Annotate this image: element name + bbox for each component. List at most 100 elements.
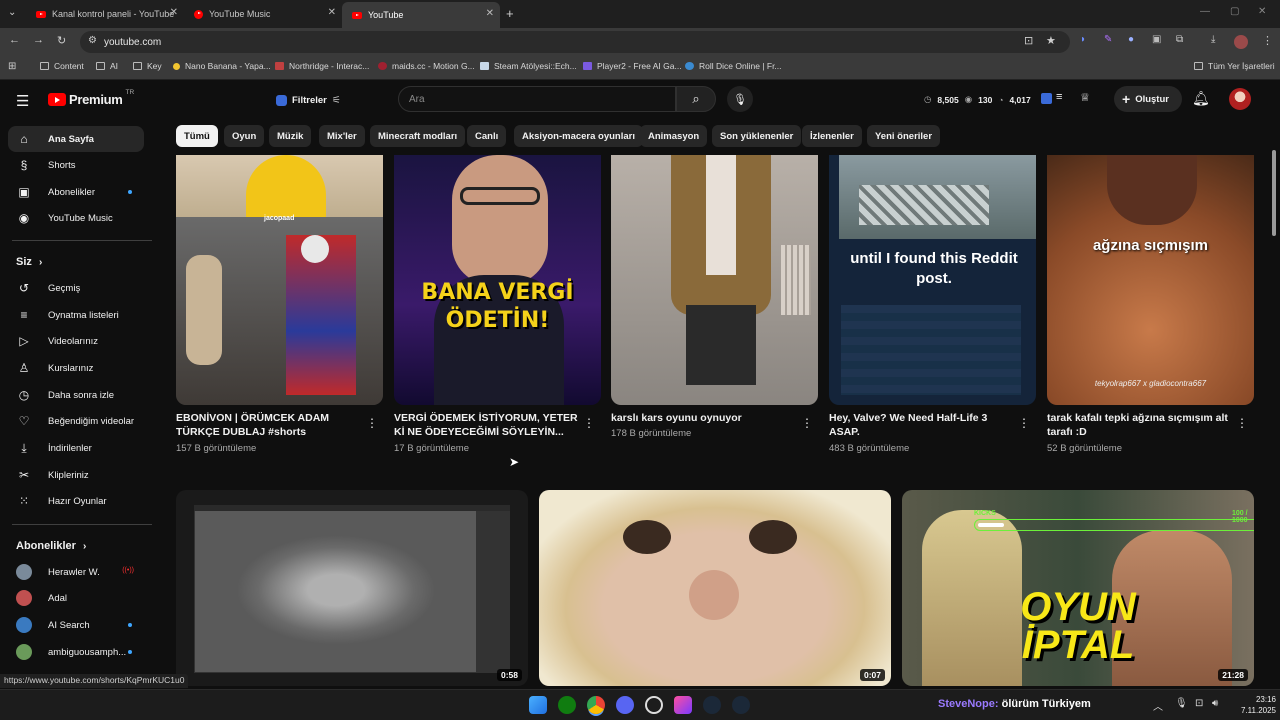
- sidebar-item-subscriptions[interactable]: ▣ Abonelikler: [8, 179, 144, 205]
- minimize-icon[interactable]: —: [1200, 6, 1210, 17]
- bookmark-link[interactable]: Player2 - Free AI Ga...: [583, 61, 682, 71]
- chip-all[interactable]: Tümü: [176, 125, 218, 147]
- steam-icon[interactable]: [732, 696, 750, 714]
- chip-live[interactable]: Canlı: [467, 125, 507, 147]
- sidebar-item-home[interactable]: ⌂ Ana Sayfa: [8, 126, 144, 152]
- short-thumbnail[interactable]: [611, 155, 818, 405]
- url-field[interactable]: ⚙ youtube.com ⊡ ★: [80, 31, 1070, 53]
- chip-recently-uploaded[interactable]: Son yüklenenler: [712, 125, 802, 147]
- bookmark-link[interactable]: maids.cc - Motion G...: [378, 61, 475, 71]
- extension-icon[interactable]: ▣: [1152, 34, 1161, 45]
- sidebar-item-subscription[interactable]: ambiguousamph...: [8, 639, 144, 665]
- microphone-icon[interactable]: 🎙︎: [1175, 698, 1188, 709]
- forward-icon[interactable]: →: [33, 34, 44, 46]
- obs-icon[interactable]: [645, 696, 663, 714]
- search-button[interactable]: ⌕: [676, 86, 716, 112]
- more-options-icon[interactable]: ⋮: [1018, 416, 1030, 430]
- start-icon[interactable]: [529, 696, 547, 714]
- sidebar-item-courses[interactable]: ♙ Kurslarınız: [8, 355, 144, 381]
- search-input[interactable]: Ara: [398, 86, 676, 112]
- sidebar-item-clips[interactable]: ✂ Klipleriniz: [8, 462, 144, 488]
- profile-avatar[interactable]: [1234, 35, 1248, 49]
- sidebar-item-youtube-music[interactable]: ◉ YouTube Music: [8, 205, 144, 231]
- install-app-icon[interactable]: ⊡: [1024, 34, 1033, 47]
- chip-action-adventure[interactable]: Aksiyon-macera oyunları: [514, 125, 643, 147]
- now-playing-widget[interactable]: SteveNope: ölürüm Türkiyem: [938, 698, 1091, 710]
- close-icon[interactable]: ✕: [486, 8, 494, 19]
- create-button[interactable]: + Oluştur: [1114, 86, 1182, 112]
- video-thumbnail[interactable]: KICKS 100 / 1000 OYUN İPTAL 21:28: [902, 490, 1254, 686]
- youtube-logo[interactable]: Premium TR: [48, 89, 134, 107]
- extension-icon[interactable]: ●: [1128, 34, 1134, 45]
- video-thumbnail[interactable]: 0:07: [539, 490, 891, 686]
- sidebar-item-subscription[interactable]: AI Search: [8, 612, 144, 638]
- sidebar-item-history[interactable]: ↺ Geçmiş: [8, 275, 144, 301]
- chip-watched[interactable]: İzlenenler: [802, 125, 862, 147]
- clock[interactable]: 23:16 7.11.2025: [1230, 694, 1276, 716]
- xbox-icon[interactable]: [558, 696, 576, 714]
- chip-animation[interactable]: Animasyon: [640, 125, 708, 147]
- bookmark-folder[interactable]: Key: [133, 61, 162, 71]
- window-close-icon[interactable]: ✕: [1258, 6, 1266, 17]
- chip-new-to-you[interactable]: Yeni öneriler: [867, 125, 941, 147]
- more-options-icon[interactable]: ⋮: [801, 416, 813, 430]
- sidebar-item-playables[interactable]: ⁙ Hazır Oyunlar: [8, 488, 144, 514]
- sidebar-item-shorts[interactable]: § Shorts: [8, 152, 144, 178]
- short-title[interactable]: tarak kafalı tepki ağzına sıçmışım alt t…: [1047, 411, 1237, 439]
- steam-icon[interactable]: [703, 696, 721, 714]
- sidebar-item-subscription[interactable]: Herawler W. ((•)): [8, 559, 144, 585]
- video-thumbnail[interactable]: 0:58: [176, 490, 528, 686]
- queue-icon[interactable]: ≡: [1056, 91, 1062, 103]
- extension-icon[interactable]: ◗: [1080, 34, 1086, 45]
- short-thumbnail[interactable]: jacopaad: [176, 155, 383, 405]
- photos-icon[interactable]: [674, 696, 692, 714]
- volume-icon[interactable]: 🔊︎: [1212, 698, 1218, 709]
- downloads-icon[interactable]: ⤓: [1211, 34, 1215, 45]
- tray-chevron-up-icon[interactable]: ︿: [1153, 698, 1163, 713]
- short-title[interactable]: karslı kars oyunu oynuyor: [611, 411, 801, 425]
- sidebar-item-watch-later[interactable]: ◷ Daha sonra izle: [8, 382, 144, 408]
- sidebar-item-your-videos[interactable]: ▷ Videolarınız: [8, 328, 144, 354]
- sidebar-item-downloads[interactable]: ⤓ İndirilenler: [8, 435, 144, 461]
- new-tab-icon[interactable]: +: [506, 6, 514, 21]
- short-title[interactable]: VERGİ ÖDEMEK İSTİYORUM, YETER Kİ NE ÖDEY…: [394, 411, 584, 439]
- bookmark-link[interactable]: Nano Banana - Yapa...: [173, 61, 271, 71]
- maximize-icon[interactable]: ▢: [1230, 6, 1239, 17]
- bookmark-folder[interactable]: AI: [96, 61, 118, 71]
- chip-gaming[interactable]: Oyun: [224, 125, 265, 147]
- bookmark-link[interactable]: Steam Atölyesi::Ech...: [480, 61, 577, 71]
- chip-music[interactable]: Müzik: [269, 125, 312, 147]
- bookmark-link[interactable]: Northridge - Interac...: [275, 61, 369, 71]
- more-options-icon[interactable]: ⋮: [583, 416, 595, 430]
- menu-icon[interactable]: ⋮: [1262, 34, 1273, 47]
- short-title[interactable]: EBONİVON | ÖRÜMCEK ADAM TÜRKÇE DUBLAJ #s…: [176, 411, 366, 439]
- chrome-icon[interactable]: [587, 696, 605, 714]
- close-icon[interactable]: ✕: [328, 7, 336, 18]
- hamburger-menu-icon[interactable]: ☰: [16, 92, 29, 110]
- close-icon[interactable]: ✕: [170, 7, 178, 18]
- site-info-icon[interactable]: ⚙: [88, 35, 97, 46]
- network-icon[interactable]: ⊡: [1195, 698, 1203, 709]
- bookmark-link[interactable]: Roll Dice Online | Fr...: [685, 61, 782, 71]
- tab-youtube-music[interactable]: YouTube Music ✕: [184, 4, 342, 24]
- sidebar-section-you[interactable]: Siz ›: [16, 256, 42, 268]
- tab-search-icon[interactable]: ⌄: [8, 7, 16, 18]
- trophy-icon[interactable]: ♕: [1080, 91, 1090, 104]
- tab-kanal[interactable]: Kanal kontrol paneli - YouTube ✕: [26, 4, 184, 24]
- bookmark-folder[interactable]: Content: [40, 61, 84, 71]
- filters-button[interactable]: Filtreler ⚟: [268, 90, 349, 110]
- more-options-icon[interactable]: ⋮: [1236, 416, 1248, 430]
- chip-mixes[interactable]: Mix'ler: [319, 125, 365, 147]
- account-avatar[interactable]: [1229, 88, 1251, 110]
- voice-search-button[interactable]: 🎙: [727, 86, 753, 112]
- reload-icon[interactable]: ↻: [57, 34, 66, 47]
- all-bookmarks[interactable]: Tüm Yer İşaretleri: [1194, 61, 1275, 71]
- short-thumbnail[interactable]: until I found this Reddit post.: [829, 155, 1036, 405]
- more-options-icon[interactable]: ⋮: [366, 416, 378, 430]
- notifications-bell-icon[interactable]: 🔔︎: [1192, 90, 1210, 107]
- bookmark-star-icon[interactable]: ★: [1046, 34, 1056, 47]
- apps-grid-icon[interactable]: ⊞: [8, 61, 16, 72]
- back-icon[interactable]: ←: [9, 34, 20, 46]
- sidebar-item-playlists[interactable]: ≡ Oynatma listeleri: [8, 302, 144, 328]
- extension-icon[interactable]: ✎: [1104, 34, 1112, 45]
